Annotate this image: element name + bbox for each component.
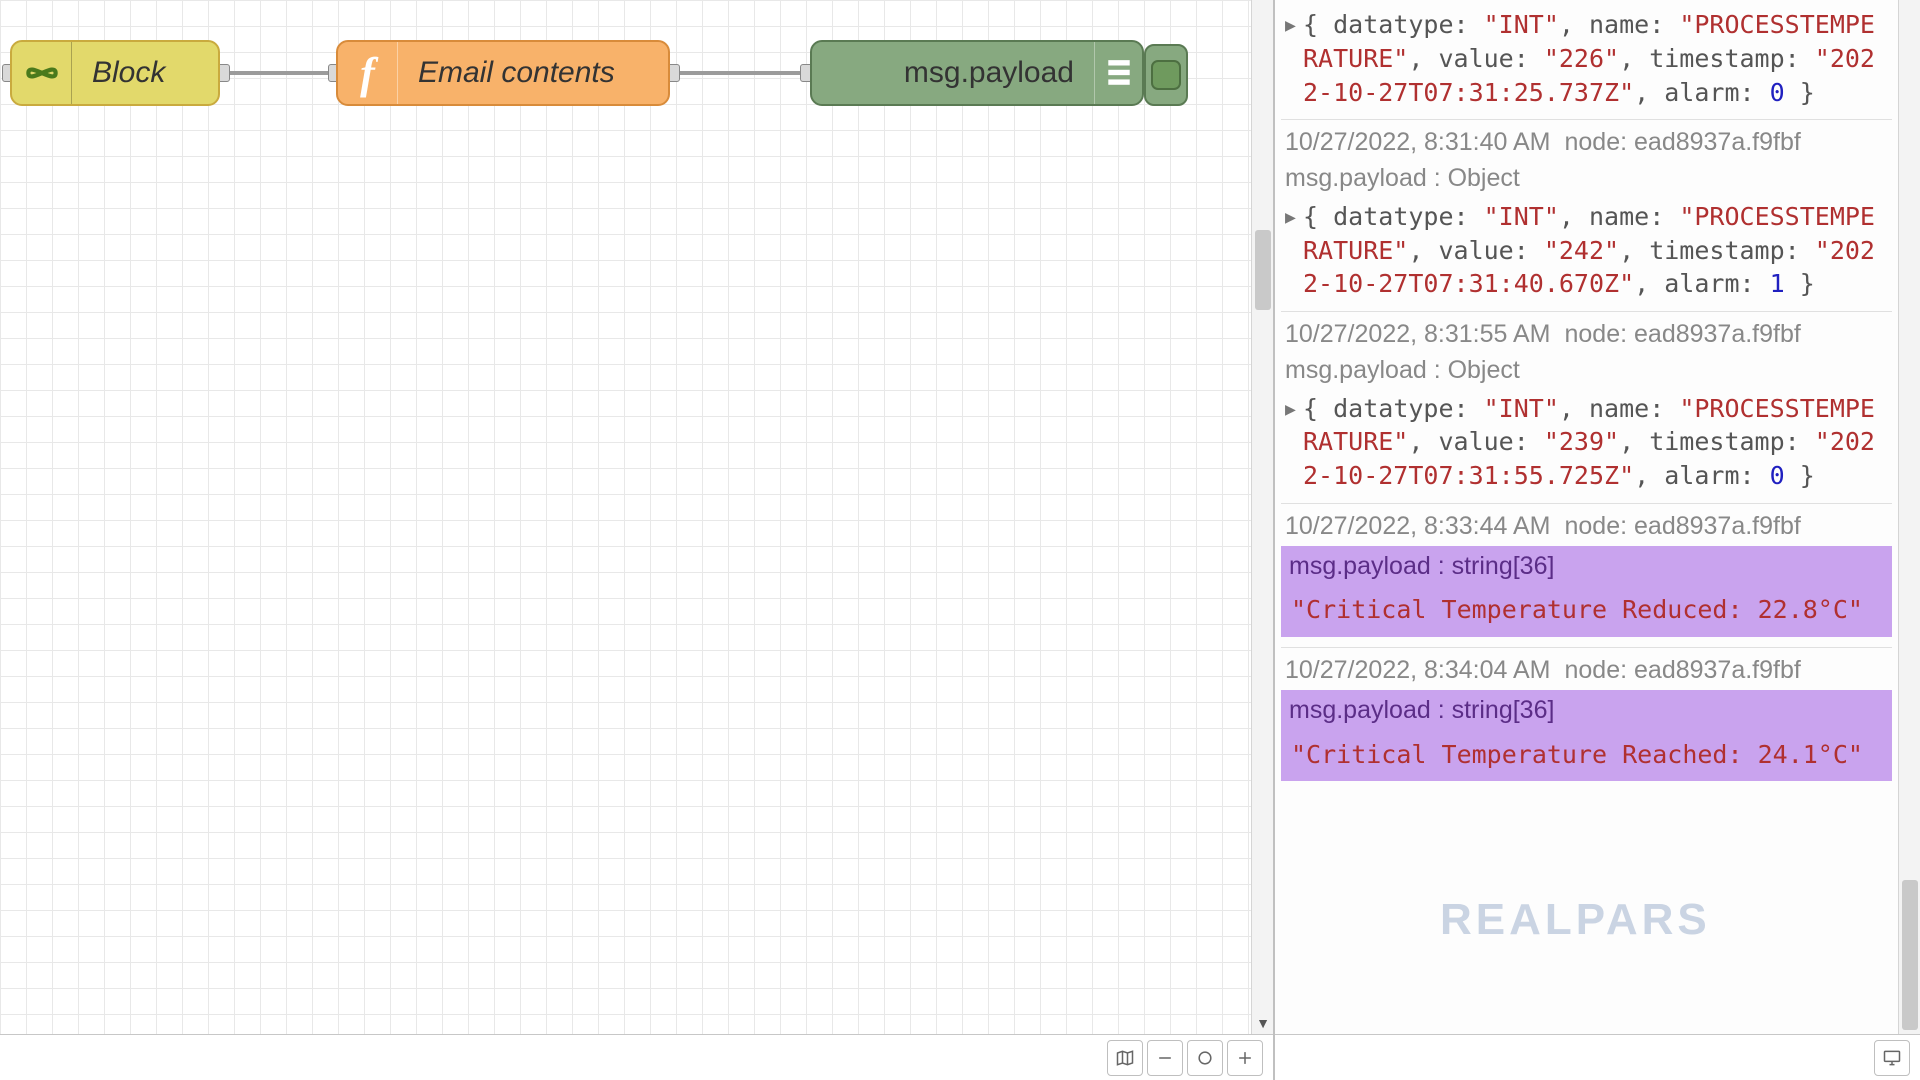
debug-timestamp: 10/27/2022, 8:33:44 AM bbox=[1285, 512, 1551, 540]
debug-string-value: "Critical Temperature Reached: 24.1°C" bbox=[1281, 732, 1892, 782]
zoom-out-button[interactable] bbox=[1147, 1040, 1183, 1076]
toggle-knob bbox=[1151, 60, 1181, 90]
debug-message-type: msg.payload : Object bbox=[1285, 162, 1888, 196]
expand-triangle-icon[interactable]: ▶ bbox=[1285, 206, 1296, 230]
zoom-reset-button[interactable] bbox=[1187, 1040, 1223, 1076]
debug-sidebar: ▶{ datatype: "INT", name: "PROCESSTEMPER… bbox=[1274, 0, 1920, 1080]
node-function-email-contents[interactable]: f Email contents bbox=[336, 40, 670, 106]
flow-canvas-pane: Block f Email contents msg.payload ▼ ▶ bbox=[0, 0, 1274, 1080]
expand-triangle-icon[interactable]: ▶ bbox=[1285, 14, 1296, 38]
function-icon: f bbox=[338, 42, 398, 104]
debug-message[interactable]: 10/27/2022, 8:31:40 AM node: ead8937a.f9f… bbox=[1281, 119, 1892, 311]
node-switch-block[interactable]: Block bbox=[10, 40, 220, 106]
monitor-icon bbox=[1882, 1048, 1902, 1068]
debug-icon bbox=[1094, 42, 1142, 104]
debug-message-header: 10/27/2022, 8:33:44 AM node: ead8937a.f9f… bbox=[1285, 510, 1888, 544]
node-label: Block bbox=[72, 56, 218, 90]
minus-icon bbox=[1155, 1048, 1175, 1068]
sidebar-scrollbar-vertical[interactable] bbox=[1898, 0, 1920, 1034]
debug-message[interactable]: 10/27/2022, 8:31:55 AM node: ead8937a.f9f… bbox=[1281, 311, 1892, 503]
expand-triangle-icon[interactable]: ▶ bbox=[1285, 398, 1296, 422]
debug-message-type: msg.payload : string[36] bbox=[1281, 690, 1892, 732]
debug-object-preview[interactable]: ▶{ datatype: "INT", name: "PROCESSTEMPER… bbox=[1285, 200, 1888, 301]
flow-canvas[interactable]: Block f Email contents msg.payload bbox=[0, 0, 1251, 1034]
switch-icon bbox=[12, 42, 72, 104]
debug-message-header: 10/27/2022, 8:31:55 AM node: ead8937a.f9f… bbox=[1285, 318, 1888, 352]
debug-timestamp: 10/27/2022, 8:34:04 AM bbox=[1285, 656, 1551, 684]
wire[interactable] bbox=[672, 71, 808, 75]
debug-message-header: 10/27/2022, 8:34:04 AM node: ead8937a.f9f… bbox=[1285, 654, 1888, 688]
open-debug-window-button[interactable] bbox=[1874, 1040, 1910, 1076]
canvas-scrollbar-vertical[interactable]: ▼ bbox=[1251, 0, 1273, 1034]
debug-message-list[interactable]: ▶{ datatype: "INT", name: "PROCESSTEMPER… bbox=[1275, 0, 1898, 1034]
debug-object-preview[interactable]: ▶{ datatype: "INT", name: "PROCESSTEMPER… bbox=[1285, 8, 1888, 109]
node-debug-msg-payload[interactable]: msg.payload bbox=[810, 40, 1144, 106]
debug-message[interactable]: 10/27/2022, 8:34:04 AM node: ead8937a.f9f… bbox=[1281, 647, 1892, 791]
debug-node-id[interactable]: node: ead8937a.f9fbf bbox=[1565, 512, 1801, 540]
debug-message-type: msg.payload : Object bbox=[1285, 354, 1888, 388]
debug-message-header: 10/27/2022, 8:31:40 AM node: ead8937a.f9f… bbox=[1285, 126, 1888, 160]
zoom-in-button[interactable] bbox=[1227, 1040, 1263, 1076]
debug-node-id[interactable]: node: ead8937a.f9fbf bbox=[1565, 128, 1801, 156]
debug-message[interactable]: ▶{ datatype: "INT", name: "PROCESSTEMPER… bbox=[1281, 8, 1892, 119]
scrollbar-thumb[interactable] bbox=[1902, 880, 1918, 1030]
scrollbar-thumb[interactable] bbox=[1255, 230, 1271, 310]
scroll-down-arrow-icon[interactable]: ▼ bbox=[1252, 1012, 1274, 1034]
circle-icon bbox=[1195, 1048, 1215, 1068]
navigator-button[interactable] bbox=[1107, 1040, 1143, 1076]
plus-icon bbox=[1235, 1048, 1255, 1068]
debug-node-id[interactable]: node: ead8937a.f9fbf bbox=[1565, 320, 1801, 348]
node-label: Email contents bbox=[398, 56, 668, 90]
debug-enable-toggle[interactable] bbox=[1144, 44, 1188, 106]
sidebar-footer-toolbar bbox=[1275, 1034, 1920, 1080]
wire[interactable] bbox=[222, 71, 334, 75]
canvas-footer-toolbar bbox=[0, 1034, 1273, 1080]
debug-timestamp: 10/27/2022, 8:31:40 AM bbox=[1285, 128, 1551, 156]
debug-string-value: "Critical Temperature Reduced: 22.8°C" bbox=[1281, 587, 1892, 637]
debug-message[interactable]: 10/27/2022, 8:33:44 AM node: ead8937a.f9f… bbox=[1281, 503, 1892, 647]
debug-timestamp: 10/27/2022, 8:31:55 AM bbox=[1285, 320, 1551, 348]
node-label: msg.payload bbox=[812, 56, 1094, 90]
debug-message-type: msg.payload : string[36] bbox=[1281, 546, 1892, 588]
debug-object-preview[interactable]: ▶{ datatype: "INT", name: "PROCESSTEMPER… bbox=[1285, 392, 1888, 493]
debug-node-id[interactable]: node: ead8937a.f9fbf bbox=[1565, 656, 1801, 684]
map-icon bbox=[1115, 1048, 1135, 1068]
